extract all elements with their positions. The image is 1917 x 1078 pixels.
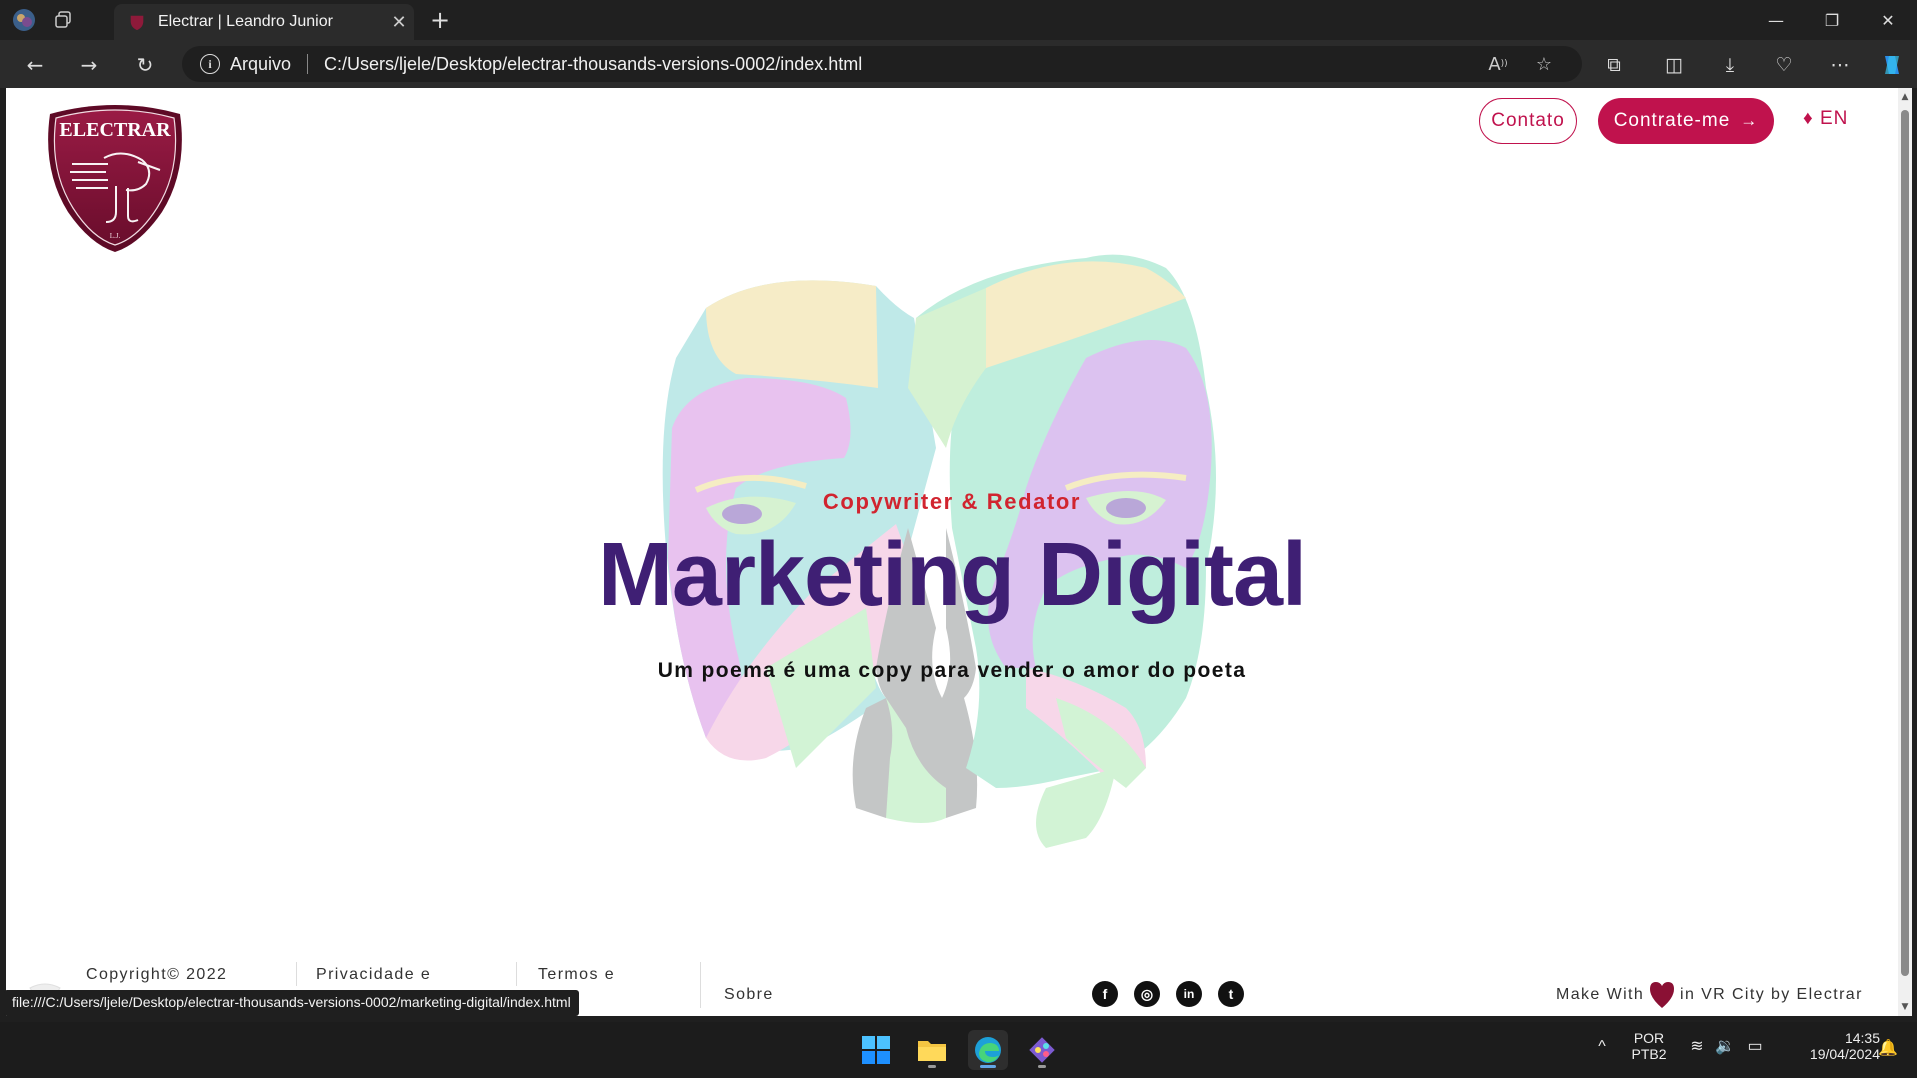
clock-date: 19/04/2024 <box>1809 1046 1880 1062</box>
downloads-icon[interactable]: ⤓ <box>1714 50 1746 80</box>
running-indicator <box>928 1065 936 1068</box>
wifi-icon[interactable]: ≋ <box>1686 1036 1708 1056</box>
footer-privacy-link[interactable]: Privacidade e <box>316 966 431 984</box>
back-icon[interactable]: ← <box>20 50 50 80</box>
footer-made-with: Make With <box>1556 986 1645 1003</box>
electrar-logo[interactable]: ELECTRAR L.J. <box>42 100 188 254</box>
battery-icon[interactable]: ▭ <box>1744 1036 1766 1056</box>
footer-copyright: Copyright© 2022 <box>86 966 228 983</box>
browser-toolbar: ← → ↻ i Arquivo C:/Users/ljele/Desktop/e… <box>0 40 1917 88</box>
scrollbar-thumb[interactable] <box>1901 110 1909 976</box>
heart-icon <box>1650 982 1674 1008</box>
notifications-icon[interactable]: 🔔 <box>1876 1038 1900 1058</box>
linkedin-icon[interactable]: in <box>1176 981 1202 1007</box>
scroll-up-icon[interactable]: ▲ <box>1900 92 1910 102</box>
workspaces-icon[interactable] <box>52 8 76 32</box>
git-client-icon[interactable] <box>1022 1030 1062 1070</box>
minimize-icon[interactable]: — <box>1748 0 1804 40</box>
forward-icon[interactable]: → <box>74 50 104 80</box>
address-scheme-label: Arquivo <box>230 53 292 74</box>
system-clock[interactable]: 14:35 19/04/2024 <box>1780 1030 1880 1062</box>
page-scrollbar[interactable]: ▲ ▼ <box>1898 88 1912 1016</box>
volume-icon[interactable]: 🔉 <box>1714 1036 1736 1056</box>
footer-terms-link[interactable]: Termos e <box>538 966 615 984</box>
footer-divider <box>700 962 701 1008</box>
read-aloud-icon[interactable]: A)) <box>1482 46 1514 82</box>
site-info-icon[interactable]: i <box>200 54 220 74</box>
status-link-tooltip: file:///C:/Users/ljele/Desktop/electrar-… <box>4 990 579 1016</box>
hero-title: Marketing Digital <box>597 525 1307 625</box>
clock-time: 14:35 <box>1844 1030 1880 1046</box>
windows-start-icon[interactable] <box>856 1030 896 1070</box>
restore-icon[interactable]: ❐ <box>1804 0 1860 40</box>
edge-browser-icon[interactable] <box>968 1030 1008 1070</box>
instagram-icon[interactable]: ◎ <box>1134 981 1160 1007</box>
running-indicator <box>1038 1065 1046 1068</box>
tab-close-icon[interactable]: ✕ <box>384 12 414 33</box>
svg-text:L.J.: L.J. <box>110 232 121 240</box>
active-indicator <box>980 1065 996 1068</box>
footer-made-in: in VR City by Electrar <box>1680 986 1863 1003</box>
more-options-icon[interactable]: ⋯ <box>1824 50 1856 80</box>
hero-subtitle: Um poema é uma copy para vender o amor d… <box>657 659 1247 682</box>
active-tab[interactable]: Electrar | Leandro Junior ✕ <box>114 4 414 40</box>
copilot-icon[interactable] <box>1876 50 1908 80</box>
input-language-indicator[interactable]: POR PTB2 <box>1624 1030 1674 1062</box>
arrow-right-icon: → <box>1740 111 1759 130</box>
file-explorer-icon[interactable] <box>912 1030 952 1070</box>
language-switch-en[interactable]: ♦ EN <box>1803 108 1848 130</box>
extensions-icon[interactable]: ⧉ <box>1598 50 1630 80</box>
contrate-me-button[interactable]: Contrate-me → <box>1598 98 1774 144</box>
windows-taskbar: ^ POR PTB2 ≋ 🔉 ▭ 14:35 19/04/2024 🔔 <box>0 1022 1917 1078</box>
profile-avatar-icon[interactable] <box>12 8 36 32</box>
tab-title: Electrar | Leandro Junior <box>158 13 333 30</box>
language-code: POR <box>1633 1030 1665 1046</box>
scroll-down-icon[interactable]: ▼ <box>1900 1002 1910 1012</box>
webpage: ELECTRAR L.J. Contato Contrate-me → ♦ EN <box>6 88 1898 1016</box>
address-separator <box>307 54 309 74</box>
facebook-icon[interactable]: f <box>1092 981 1118 1007</box>
browser-titlebar: Electrar | Leandro Junior ✕ + — ❐ ✕ <box>0 0 1917 40</box>
hero-kicker: Copywriter & Redator <box>822 489 1082 514</box>
footer-divider <box>296 962 297 986</box>
contato-button[interactable]: Contato <box>1479 98 1577 144</box>
reload-icon[interactable]: ↻ <box>130 50 160 80</box>
close-window-icon[interactable]: ✕ <box>1860 0 1916 40</box>
twitter-icon[interactable]: t <box>1218 981 1244 1007</box>
favorite-star-icon[interactable]: ☆ <box>1528 46 1560 82</box>
contrate-me-label: Contrate-me <box>1613 110 1731 131</box>
address-url[interactable]: C:/Users/ljele/Desktop/electrar-thousand… <box>324 54 862 75</box>
electrar-favicon-icon <box>130 15 144 31</box>
keyboard-layout: PTB2 <box>1631 1046 1667 1062</box>
split-screen-icon[interactable]: ◫ <box>1658 50 1690 80</box>
footer-divider <box>516 962 517 986</box>
footer-about-link[interactable]: Sobre <box>724 986 774 1004</box>
svg-text:ELECTRAR: ELECTRAR <box>59 119 171 141</box>
browser-essentials-icon[interactable]: ♡ <box>1768 50 1800 80</box>
tray-overflow-icon[interactable]: ^ <box>1590 1038 1614 1056</box>
address-bar[interactable]: i Arquivo C:/Users/ljele/Desktop/electra… <box>182 46 1582 82</box>
new-tab-button[interactable]: + <box>426 6 454 34</box>
